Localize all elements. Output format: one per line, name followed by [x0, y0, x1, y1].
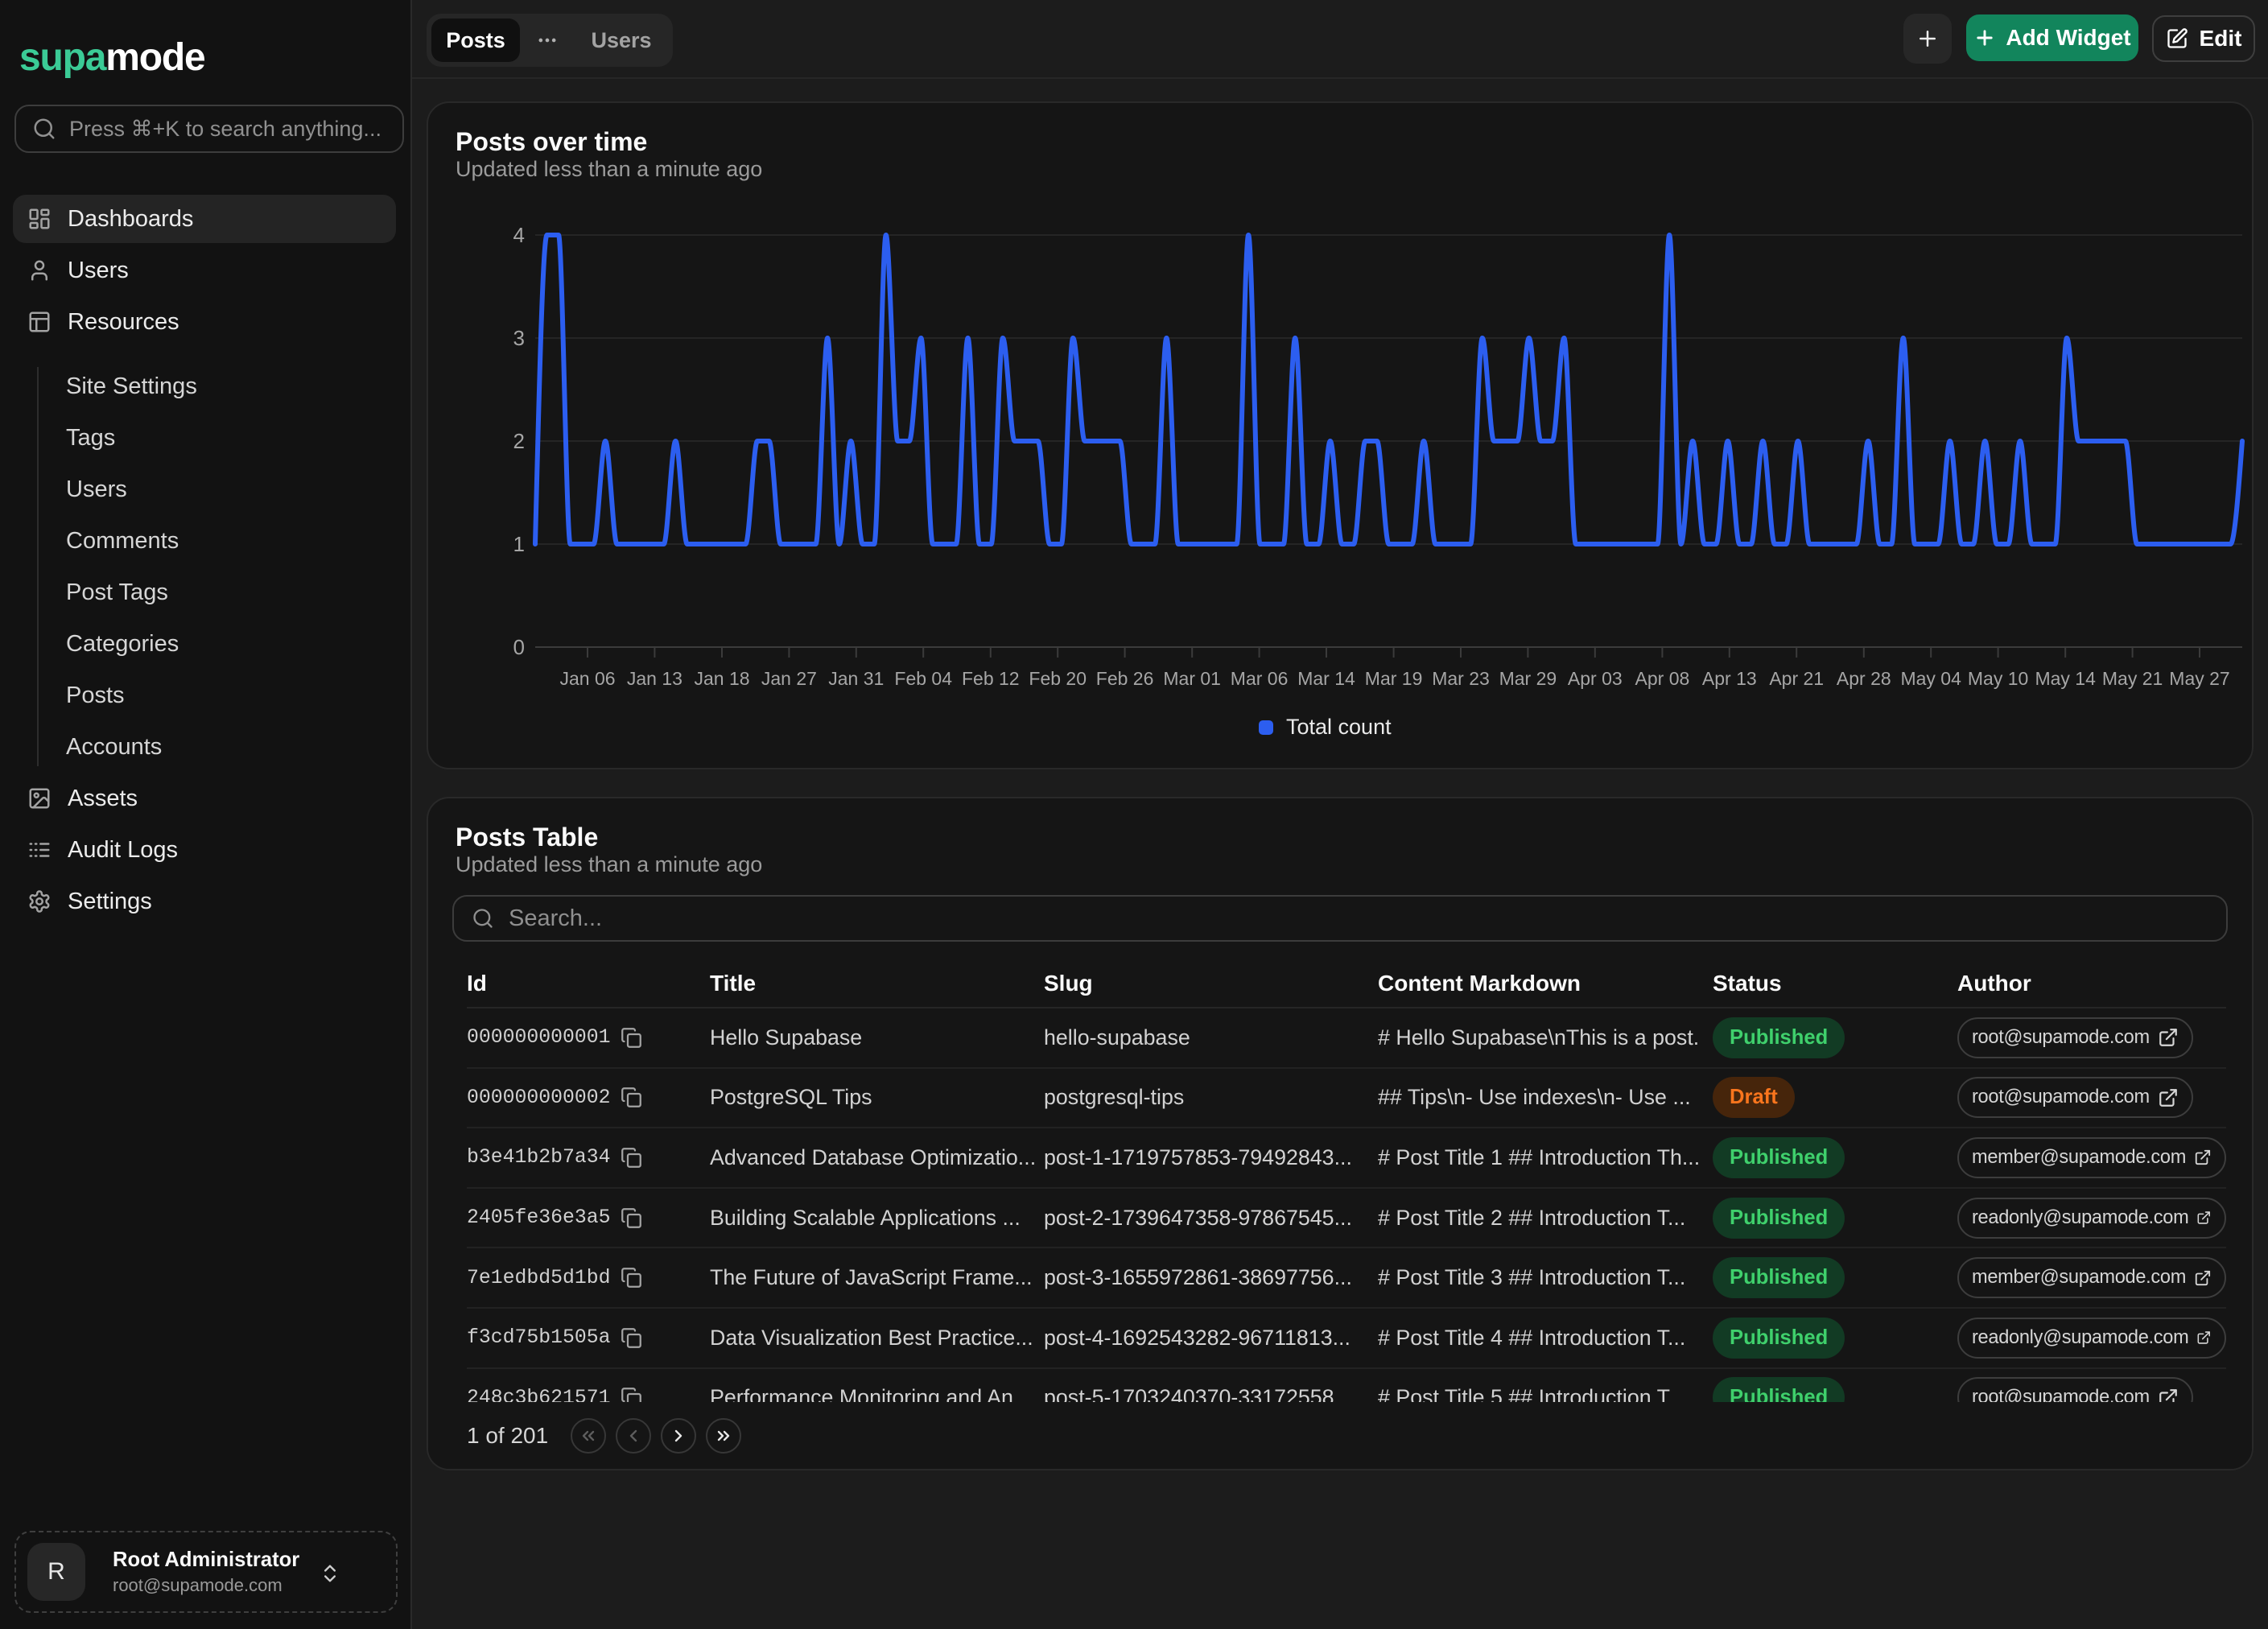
svg-text:Mar 23: Mar 23	[1432, 668, 1490, 689]
svg-text:Apr 08: Apr 08	[1635, 668, 1690, 689]
svg-text:Jan 31: Jan 31	[828, 668, 884, 689]
svg-text:May 04: May 04	[1900, 668, 1961, 689]
svg-text:Apr 13: Apr 13	[1702, 668, 1757, 689]
svg-text:Feb 12: Feb 12	[962, 668, 1020, 689]
svg-text:Mar 29: Mar 29	[1499, 668, 1557, 689]
svg-text:Feb 04: Feb 04	[894, 668, 952, 689]
svg-text:0: 0	[513, 635, 525, 659]
svg-text:4: 4	[513, 223, 525, 247]
svg-text:Apr 21: Apr 21	[1769, 668, 1824, 689]
svg-text:Mar 14: Mar 14	[1297, 668, 1355, 689]
svg-text:May 21: May 21	[2102, 668, 2163, 689]
svg-text:Jan 18: Jan 18	[694, 668, 749, 689]
svg-text:3: 3	[513, 326, 525, 350]
svg-text:Feb 26: Feb 26	[1096, 668, 1154, 689]
svg-text:Feb 20: Feb 20	[1029, 668, 1087, 689]
svg-text:Jan 13: Jan 13	[627, 668, 682, 689]
svg-text:Apr 03: Apr 03	[1568, 668, 1623, 689]
svg-text:Mar 19: Mar 19	[1365, 668, 1423, 689]
svg-text:May 27: May 27	[2169, 668, 2229, 689]
svg-text:Mar 06: Mar 06	[1231, 668, 1289, 689]
svg-text:May 10: May 10	[1968, 668, 2028, 689]
svg-text:Mar 01: Mar 01	[1163, 668, 1221, 689]
svg-text:1: 1	[513, 532, 525, 556]
svg-text:May 14: May 14	[2035, 668, 2096, 689]
svg-text:2: 2	[513, 429, 525, 453]
svg-text:Apr 28: Apr 28	[1837, 668, 1891, 689]
svg-text:Jan 06: Jan 06	[559, 668, 615, 689]
svg-text:Jan 27: Jan 27	[761, 668, 817, 689]
